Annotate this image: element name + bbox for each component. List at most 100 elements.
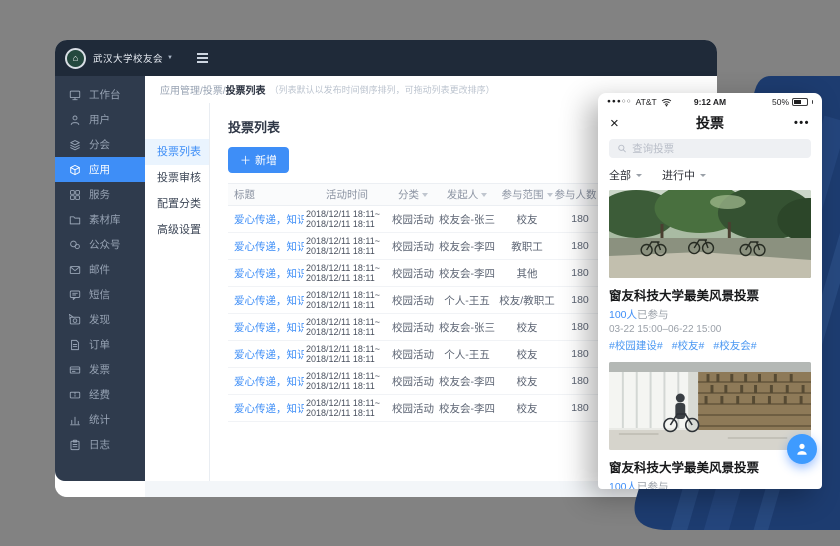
university-seal-logo: ⌂ — [65, 48, 86, 69]
card-title: 窗友科技大学最美风景投票 — [609, 457, 811, 476]
vote-title-link[interactable]: 爱心传递，知识... — [234, 403, 304, 415]
scope: 校友 — [498, 401, 556, 416]
initiator: 校友会-李四 — [436, 239, 498, 254]
sidebar-item-公众号[interactable]: 公众号 — [55, 232, 145, 257]
vote-title-link[interactable]: 爱心传递，知识... — [234, 241, 304, 253]
sidebar-item-服务[interactable]: 服务 — [55, 182, 145, 207]
vote-title-link[interactable]: 爱心传递，知识... — [234, 268, 304, 280]
sidebar-item-label: 统计 — [89, 412, 110, 427]
sidebar-item-发票[interactable]: 发票 — [55, 357, 145, 382]
sidebar-item-label: 邮件 — [89, 262, 110, 277]
scope: 校友 — [498, 374, 556, 389]
sidebar-item-label: 订单 — [89, 337, 110, 352]
sidebar-item-发现[interactable]: 发现 — [55, 307, 145, 332]
scope: 校友/教职工 — [498, 293, 556, 308]
sidebar-item-订单[interactable]: 订单 — [55, 332, 145, 357]
tab-高级设置[interactable]: 高级设置 — [145, 217, 209, 243]
tab-投票审核[interactable]: 投票审核 — [145, 165, 209, 191]
sidebar-item-label: 发票 — [89, 362, 110, 377]
phone-page-title: 投票 — [598, 113, 822, 133]
sidebar-item-日志[interactable]: 日志 — [55, 432, 145, 457]
sidebar-item-经费[interactable]: 经费 — [55, 382, 145, 407]
activity-time: 2018/12/11 18:11~2018/12/11 18:11 — [304, 236, 390, 257]
filter-icon[interactable] — [547, 193, 553, 197]
sidebar-item-分会[interactable]: 分会 — [55, 132, 145, 157]
sidebar-item-统计[interactable]: 统计 — [55, 407, 145, 432]
activity-time: 2018/12/11 18:11~2018/12/11 18:11 — [304, 263, 390, 284]
vote-card[interactable]: 窗友科技大学最美风景投票100人已参与03-22 15:00–06-22 15:… — [609, 362, 811, 489]
card-participants: 100人已参与 — [609, 479, 811, 489]
app-icon — [69, 164, 81, 176]
phone-body: 全部 进行中 窗友科技大学最美风景投票100人已参与03-22 15:00–06-… — [598, 136, 822, 489]
sidebar-item-短信[interactable]: 短信 — [55, 282, 145, 307]
caret-down-icon — [700, 174, 706, 177]
vote-card[interactable]: 窗友科技大学最美风景投票100人已参与03-22 15:00–06-22 15:… — [609, 190, 811, 353]
vote-title-link[interactable]: 爱心传递，知识... — [234, 376, 304, 388]
breadcrumb-path[interactable]: 应用管理/投票/ — [160, 82, 226, 97]
filter-dropdown-全部[interactable]: 全部 — [609, 167, 642, 183]
search-icon — [617, 143, 627, 154]
participant-count: 180 — [556, 348, 604, 360]
search-bar[interactable] — [609, 139, 811, 158]
brand-title: 武汉大学校友会 — [93, 51, 163, 65]
tag-link[interactable]: #校园建设# — [609, 338, 663, 353]
scope: 校友 — [498, 212, 556, 227]
sidebar-item-用户[interactable]: 用户 — [55, 107, 145, 132]
sidebar-item-工作台[interactable]: 工作台 — [55, 82, 145, 107]
vote-title-link[interactable]: 爱心传递，知识... — [234, 349, 304, 361]
caret-down-icon[interactable]: ▼ — [167, 55, 173, 61]
vote-title-link[interactable]: 爱心传递，知识... — [234, 322, 304, 334]
sidebar-item-label: 素材库 — [89, 212, 121, 227]
initiator: 校友会-李四 — [436, 401, 498, 416]
tag-link[interactable]: #校友会# — [713, 338, 756, 353]
breadcrumb-current: 投票列表 — [226, 82, 266, 97]
battery-icon — [792, 98, 808, 106]
add-button[interactable]: ＋ 新增 — [228, 147, 289, 173]
scope: 校友 — [498, 320, 556, 335]
sidebar-item-应用[interactable]: 应用 — [55, 157, 145, 182]
column-header-发起人: 发起人 — [436, 187, 498, 202]
card-participants: 100人已参与 — [609, 307, 811, 322]
sidebar-item-label: 公众号 — [89, 237, 121, 252]
participant-count: 180 — [556, 213, 604, 225]
initiator: 校友会-张三 — [436, 320, 498, 335]
official-account-icon — [69, 239, 81, 251]
sidebar-item-邮件[interactable]: 邮件 — [55, 257, 145, 282]
sidebar-item-label: 工作台 — [89, 87, 121, 102]
tab-配置分类[interactable]: 配置分类 — [145, 191, 209, 217]
activity-time: 2018/12/11 18:11~2018/12/11 18:11 — [304, 398, 390, 419]
invoice-icon — [69, 364, 81, 376]
category: 校园活动 — [390, 347, 436, 362]
filter-row: 全部 进行中 — [609, 166, 811, 184]
sidebar-item-label: 应用 — [89, 162, 110, 177]
sidebar-item-label: 分会 — [89, 137, 110, 152]
more-options-icon[interactable]: ••• — [794, 117, 810, 129]
filter-icon[interactable] — [481, 193, 487, 197]
tab-投票列表[interactable]: 投票列表 — [145, 139, 209, 165]
column-header-分类: 分类 — [390, 187, 436, 202]
column-header-活动时间: 活动时间 — [304, 187, 390, 202]
vote-title-link[interactable]: 爱心传递，知识... — [234, 295, 304, 307]
filter-dropdown-进行中[interactable]: 进行中 — [662, 167, 706, 183]
sidebar-item-素材库[interactable]: 素材库 — [55, 207, 145, 232]
person-icon — [794, 441, 810, 457]
column-header-参与人数: 参与人数 — [556, 187, 604, 202]
initiator: 个人-王五 — [436, 293, 498, 308]
tag-link[interactable]: #校友# — [672, 338, 705, 353]
log-icon — [69, 439, 81, 451]
vote-title-link[interactable]: 爱心传递，知识... — [234, 214, 304, 226]
search-input[interactable] — [632, 143, 803, 155]
user-icon — [69, 114, 81, 126]
plus-icon: ＋ — [240, 152, 251, 168]
scope: 教职工 — [498, 239, 556, 254]
initiator: 校友会-李四 — [436, 374, 498, 389]
sms-icon — [69, 289, 81, 301]
app-header: ⌂ 武汉大学校友会 ▼ — [55, 40, 717, 76]
profile-fab-button[interactable] — [787, 434, 817, 464]
participant-count: 180 — [556, 267, 604, 279]
filter-icon[interactable] — [422, 193, 428, 197]
category: 校园活动 — [390, 401, 436, 416]
caret-down-icon — [636, 174, 642, 177]
phone-status-bar: ●●●○○ AT&T 9:12 AM 50% — [598, 93, 822, 110]
hamburger-menu-icon[interactable] — [197, 53, 208, 62]
